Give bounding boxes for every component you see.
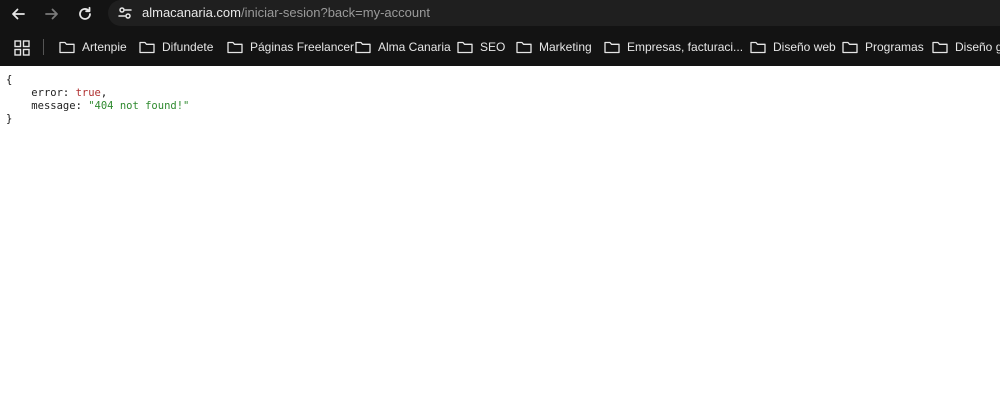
- bookmark-label: Difundete: [162, 40, 214, 54]
- json-value-error: true: [75, 87, 101, 99]
- reload-icon: [79, 6, 91, 20]
- back-button[interactable]: [6, 2, 30, 26]
- bookmark-label: Diseño web: [773, 40, 836, 54]
- bookmark-diseno-web[interactable]: Diseño web: [750, 37, 836, 57]
- json-close-brace: }: [6, 113, 13, 125]
- page-content: { error: true, message: "404 not found!"…: [0, 66, 1000, 416]
- bookmark-label: Artenpie: [82, 40, 127, 54]
- bookmark-empresas-facturacion[interactable]: Empresas, facturaci...: [604, 37, 743, 57]
- apps-grid-icon[interactable]: [14, 40, 30, 56]
- bookmark-label: Alma Canaria: [378, 40, 451, 54]
- json-value-message: "404 not found!": [88, 100, 190, 112]
- browser-toolbar: almacanaria.com/iniciar-sesion?back=my-a…: [0, 0, 1000, 28]
- json-open-brace: {: [6, 74, 13, 86]
- json-key-message: message: [31, 100, 76, 112]
- arrow-left-icon: [12, 8, 25, 20]
- browser-chrome: almacanaria.com/iniciar-sesion?back=my-a…: [0, 0, 1000, 66]
- bookmark-programas[interactable]: Programas: [842, 37, 924, 57]
- folder-icon: [139, 41, 155, 54]
- folder-icon: [842, 41, 858, 54]
- arrow-right-icon: [45, 8, 58, 20]
- bookmark-label: SEO: [480, 40, 506, 54]
- folder-icon: [932, 41, 948, 54]
- tune-icon: [118, 7, 132, 19]
- url-path: /iniciar-sesion?back=my-account: [241, 5, 430, 20]
- bookmark-label: Programas: [865, 40, 924, 54]
- json-response: { error: true, message: "404 not found!"…: [6, 74, 190, 125]
- bookmark-label: Empresas, facturaci...: [627, 40, 744, 54]
- folder-icon: [355, 41, 371, 54]
- bookmark-diseno-grafico[interactable]: Diseño gr: [932, 37, 1000, 57]
- bookmark-artenpie[interactable]: Artenpie: [59, 37, 127, 57]
- bookmarks-bar: Artenpie Difundete Páginas Freelancer Al…: [0, 33, 1000, 61]
- bookmark-seo[interactable]: SEO: [457, 37, 505, 57]
- bookmark-paginas-freelancer[interactable]: Páginas Freelancer: [227, 37, 354, 57]
- bookmark-label: Páginas Freelancer: [250, 40, 355, 54]
- json-key-error: error: [31, 87, 63, 99]
- url-host: almacanaria.com: [142, 5, 241, 20]
- folder-icon: [516, 41, 532, 54]
- bookmark-label: Marketing: [539, 40, 592, 54]
- folder-icon: [604, 41, 620, 54]
- site-info-button[interactable]: [115, 3, 135, 23]
- bookmark-alma-canaria[interactable]: Alma Canaria: [355, 37, 451, 57]
- folder-icon: [750, 41, 766, 54]
- bookmarks-divider: [43, 39, 44, 55]
- address-bar[interactable]: almacanaria.com/iniciar-sesion?back=my-a…: [108, 0, 1000, 26]
- bookmark-difundete[interactable]: Difundete: [139, 37, 213, 57]
- reload-button[interactable]: [73, 2, 97, 26]
- folder-icon: [59, 41, 75, 54]
- forward-button[interactable]: [40, 2, 64, 26]
- bookmark-marketing[interactable]: Marketing: [516, 37, 592, 57]
- folder-icon: [457, 41, 473, 54]
- url-text[interactable]: almacanaria.com/iniciar-sesion?back=my-a…: [142, 5, 430, 21]
- folder-icon: [227, 41, 243, 54]
- bookmark-label: Diseño gr: [955, 40, 1000, 54]
